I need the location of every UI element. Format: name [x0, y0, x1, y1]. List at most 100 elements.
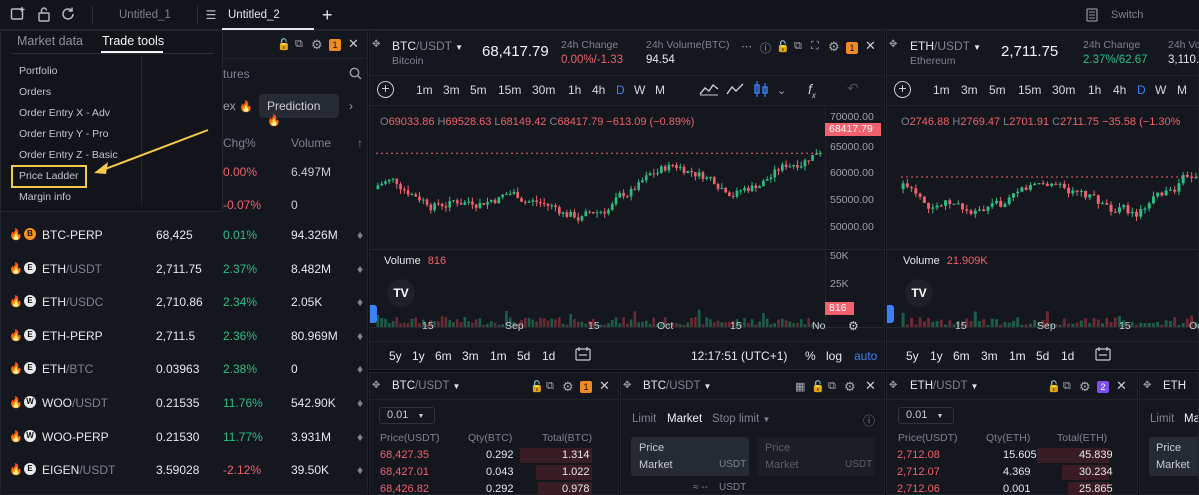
range-5d[interactable]: 5d	[1036, 349, 1049, 363]
range-1d[interactable]: 1d	[542, 349, 555, 363]
log-toggle[interactable]: log	[826, 349, 842, 363]
area-chart-icon[interactable]	[699, 82, 719, 99]
date-range-icon[interactable]	[575, 347, 591, 364]
order-type-limit[interactable]: Limit	[1150, 413, 1174, 425]
favorite-icon[interactable]: ♦	[357, 396, 363, 410]
timeframe-30m[interactable]: 30m	[532, 83, 555, 97]
gear-icon[interactable]: ⚙	[1079, 379, 1091, 395]
timeframe-30m[interactable]: 30m	[1052, 83, 1075, 97]
orderbook-row[interactable]: 2,712.07 4.369 30.234	[887, 464, 1137, 481]
range-5y[interactable]: 5y	[389, 349, 402, 363]
copy-icon[interactable]: ⧉	[546, 380, 554, 393]
drag-handle-icon[interactable]: ✥	[372, 39, 380, 50]
copy-icon[interactable]: ⧉	[794, 40, 802, 53]
refresh-icon[interactable]	[59, 6, 77, 24]
favorite-icon[interactable]: ♦	[357, 362, 363, 376]
timeframe-5m[interactable]: 5m	[989, 83, 1006, 97]
timeframe-15m[interactable]: 15m	[498, 83, 521, 97]
timeframe-d[interactable]: D	[616, 83, 625, 97]
order-entry-pair[interactable]: ETH	[1163, 380, 1186, 392]
list-icon[interactable]: ☰	[202, 6, 220, 24]
timeframe-1m[interactable]: 1m	[416, 83, 433, 97]
orderbook-row[interactable]: 68,426.82 0.292 0.978	[370, 481, 620, 495]
list-item[interactable]: 🔥 E ETH-PERP 2,711.5 2.36% 80.969M ♦	[1, 320, 369, 354]
drag-handle-icon[interactable]: ✥	[372, 380, 380, 391]
menu-item-orders[interactable]: Orders	[19, 86, 51, 98]
add-window-icon[interactable]	[9, 6, 27, 24]
timeframe-4h[interactable]: 4h	[1113, 83, 1126, 97]
btc-candles-plot[interactable]	[376, 127, 822, 251]
timeframe-3m[interactable]: 3m	[961, 83, 978, 97]
header-volume[interactable]: Volume	[291, 136, 331, 150]
timeframe-15m[interactable]: 15m	[1018, 83, 1041, 97]
date-range-icon[interactable]	[1095, 347, 1111, 364]
undo-icon[interactable]: ↶	[847, 80, 859, 97]
timeframe-4h[interactable]: 4h	[592, 83, 605, 97]
search-input[interactable]: tures	[223, 67, 250, 81]
link-badge[interactable]: 1	[329, 39, 341, 51]
timeframe-m[interactable]: M	[1177, 83, 1187, 97]
chevron-down-icon[interactable]: ⌄	[777, 84, 786, 97]
list-item[interactable]: 🔥 W WOO-PERP 0.21530 11.77% 3.931M ♦	[1, 421, 369, 455]
list-item[interactable]: 🔥 E EIGEN/USDT 3.59028 -2.12% 39.50K ♦	[1, 454, 369, 488]
list-item[interactable]: 🔥 E ETH/USDC 2,710.86 2.34% 2.05K ♦	[1, 286, 369, 320]
order-entry-pair-selector[interactable]: BTC/USDT ▼	[643, 380, 711, 392]
drag-handle-icon[interactable]: ✥	[889, 380, 897, 391]
orderbook-row[interactable]: 68,427.01 0.043 1.022	[370, 464, 620, 481]
search-icon[interactable]	[349, 67, 362, 83]
link-badge[interactable]: 2	[1097, 381, 1109, 393]
lock-icon[interactable]: 🔓	[530, 380, 544, 393]
eth-candles-plot[interactable]	[901, 127, 1198, 251]
favorite-icon[interactable]: ♦	[357, 329, 363, 343]
gear-icon[interactable]: ⚙	[828, 39, 840, 55]
price-field[interactable]: Price Market	[1149, 437, 1198, 476]
timeframe-m[interactable]: M	[655, 83, 665, 97]
list-item[interactable]: 🔥 W WOO/USDT 0.21535 11.76% 542.90K ♦	[1, 387, 369, 421]
tab-trade-tools[interactable]: Trade tools	[102, 34, 164, 48]
timeframe-1h[interactable]: 1h	[1088, 83, 1101, 97]
filter-tab-index[interactable]: ex 🔥	[223, 99, 253, 113]
range-6m[interactable]: 6m	[953, 349, 970, 363]
gear-icon[interactable]: ⚙	[562, 379, 574, 395]
favorite-icon[interactable]: ♦	[357, 295, 363, 309]
range-3m[interactable]: 3m	[462, 349, 479, 363]
switch-workspace-button[interactable]: Switch workspace	[1111, 0, 1199, 51]
tab-untitled-1[interactable]: Untitled_1	[119, 0, 171, 30]
gear-icon[interactable]: ⚙	[311, 37, 323, 53]
range-3m[interactable]: 3m	[981, 349, 998, 363]
order-type-market[interactable]: Market	[667, 413, 702, 425]
chart-settings-icon[interactable]: ⚙	[848, 319, 859, 333]
range-1y[interactable]: 1y	[930, 349, 943, 363]
line-chart-icon[interactable]	[726, 82, 744, 99]
clock[interactable]: 12:17:51 (UTC+1)	[691, 349, 787, 363]
list-item[interactable]: 🔥 B BTC-PERP 68,425 0.01% 94.326M ♦	[1, 219, 369, 253]
close-icon[interactable]: ✕	[865, 38, 876, 54]
list-item[interactable]: 🔥 E ETH/BTC 0.03963 2.38% 0 ♦	[1, 353, 369, 387]
range-1m[interactable]: 1m	[1009, 349, 1026, 363]
percent-toggle[interactable]: %	[805, 349, 816, 363]
lock-icon[interactable]: 🔓	[277, 38, 291, 51]
order-type-stop-limit[interactable]: Stop limit ▼	[712, 413, 770, 425]
unlock-icon[interactable]	[35, 6, 53, 24]
close-icon[interactable]: ✕	[599, 378, 610, 394]
copy-icon[interactable]: ⧉	[1063, 380, 1071, 393]
list-item[interactable]: 🔥 E ETH/USDT 2,711.75 2.37% 8.482M ♦	[1, 253, 369, 287]
range-5y[interactable]: 5y	[906, 349, 919, 363]
favorite-icon[interactable]: ♦	[357, 430, 363, 444]
lock-icon[interactable]: 🔓	[811, 380, 825, 393]
timeframe-5m[interactable]: 5m	[470, 83, 487, 97]
orderbook-pair-selector[interactable]: ETH/USDT ▼	[910, 380, 978, 392]
menu-item-portfolio[interactable]: Portfolio	[19, 65, 58, 77]
timeframe-w[interactable]: W	[634, 83, 645, 97]
menu-item-price-ladder[interactable]: Price Ladder	[19, 170, 79, 182]
timeframe-d[interactable]: D	[1137, 83, 1146, 97]
favorite-icon[interactable]: ♦	[357, 228, 363, 242]
range-1y[interactable]: 1y	[412, 349, 425, 363]
copy-icon[interactable]: ⧉	[295, 38, 303, 51]
orderbook-row[interactable]: 2,712.06 0.001 25.865	[887, 481, 1137, 495]
drag-handle-icon[interactable]: ✥	[1143, 380, 1151, 391]
favorite-icon[interactable]: ♦	[357, 463, 363, 477]
btc-pair-selector[interactable]: BTC/USDT ▼	[392, 39, 463, 53]
chevron-right-icon[interactable]: ›	[349, 99, 353, 113]
drag-handle-icon[interactable]: ✥	[623, 380, 631, 391]
